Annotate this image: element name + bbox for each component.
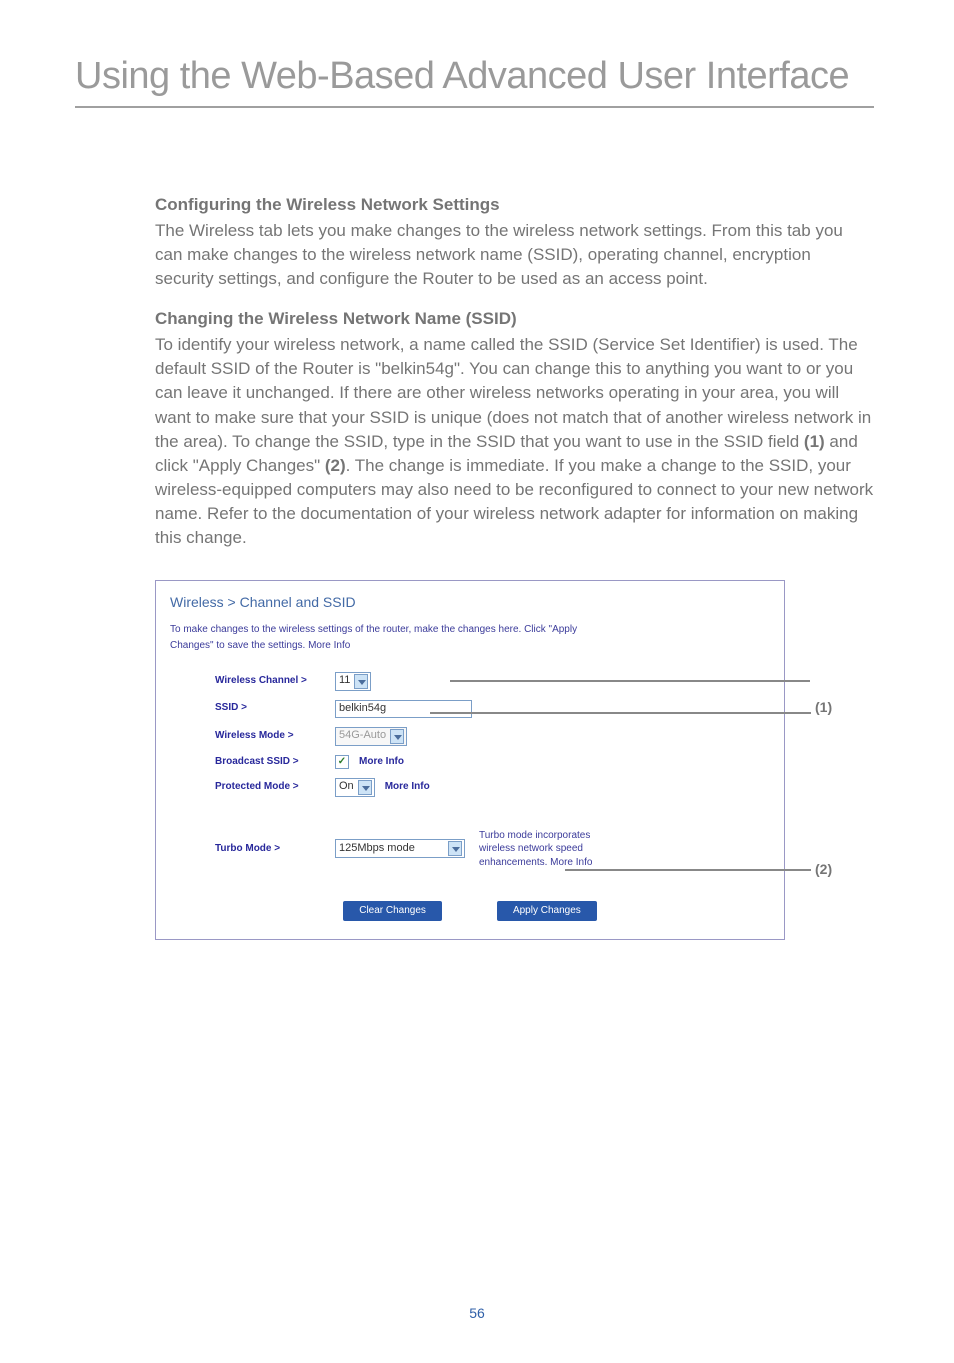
label-protected-mode: Protected Mode > xyxy=(215,780,335,794)
protected-more-info-link[interactable]: More Info xyxy=(385,780,430,794)
turbo-desc-l3-text: enhancements. xyxy=(479,857,550,868)
select-turbo-mode-value: 125Mbps mode xyxy=(339,841,444,857)
select-wireless-channel[interactable]: 11 xyxy=(335,672,371,691)
row-broadcast-ssid: Broadcast SSID > ✓ More Info xyxy=(215,755,770,769)
button-row: Clear Changes Apply Changes xyxy=(170,901,770,921)
chevron-down-icon xyxy=(358,780,372,795)
annotation-line-1 xyxy=(450,680,810,682)
router-ui-panel: Wireless > Channel and SSID To make chan… xyxy=(155,580,785,940)
turbo-description: Turbo mode incorporates wireless network… xyxy=(479,829,592,870)
select-wireless-mode[interactable]: 54G-Auto xyxy=(335,727,407,746)
panel-desc-line2: Changes" to save the settings. More Info xyxy=(170,639,770,653)
section-2-heading: Changing the Wireless Network Name (SSID… xyxy=(155,307,874,331)
annotation-2: (2) xyxy=(815,860,832,880)
label-wireless-mode: Wireless Mode > xyxy=(215,729,335,743)
row-ssid: SSID > belkin54g xyxy=(215,700,770,718)
input-ssid-value: belkin54g xyxy=(339,701,386,717)
annotation-line-2 xyxy=(565,869,811,871)
panel-title: Wireless > Channel and SSID xyxy=(170,593,770,613)
screenshot-area: Wireless > Channel and SSID To make chan… xyxy=(155,580,874,940)
broadcast-more-info-link[interactable]: More Info xyxy=(359,755,404,769)
row-wireless-mode: Wireless Mode > 54G-Auto xyxy=(215,727,770,746)
section-2-body: To identify your wireless network, a nam… xyxy=(155,333,874,550)
turbo-desc-l1: Turbo mode incorporates xyxy=(479,829,592,843)
check-icon: ✓ xyxy=(338,755,346,769)
turbo-more-info-link[interactable]: More Info xyxy=(550,857,592,868)
panel-desc-line2-text: Changes" to save the settings. xyxy=(170,640,308,651)
turbo-desc-l3: enhancements. More Info xyxy=(479,856,592,870)
clear-changes-button[interactable]: Clear Changes xyxy=(343,901,442,921)
label-ssid: SSID > xyxy=(215,701,335,715)
select-protected-mode-value: On xyxy=(339,779,354,795)
label-turbo-mode: Turbo Mode > xyxy=(215,842,335,856)
chevron-down-icon xyxy=(448,841,462,856)
section-1-heading: Configuring the Wireless Network Setting… xyxy=(155,193,874,217)
section-1-body: The Wireless tab lets you make changes t… xyxy=(155,219,874,291)
panel-more-info-link[interactable]: More Info xyxy=(308,640,350,651)
annotation-1: (1) xyxy=(815,698,832,718)
row-turbo-mode: Turbo Mode > 125Mbps mode Turbo mode inc… xyxy=(215,829,770,870)
chevron-down-icon xyxy=(390,729,404,744)
apply-changes-button[interactable]: Apply Changes xyxy=(497,901,597,921)
label-broadcast-ssid: Broadcast SSID > xyxy=(215,755,335,769)
input-ssid[interactable]: belkin54g xyxy=(335,700,472,718)
s2-text-a: To identify your wireless network, a nam… xyxy=(155,335,871,451)
panel-desc-line1: To make changes to the wireless settings… xyxy=(170,623,770,637)
select-turbo-mode[interactable]: 125Mbps mode xyxy=(335,839,465,858)
content-area: Configuring the Wireless Network Setting… xyxy=(0,108,954,941)
checkbox-broadcast-ssid[interactable]: ✓ xyxy=(335,755,349,769)
select-protected-mode[interactable]: On xyxy=(335,778,375,797)
label-wireless-channel: Wireless Channel > xyxy=(215,674,335,688)
callout-1-ref: (1) xyxy=(804,432,825,451)
callout-2-ref: (2) xyxy=(325,456,346,475)
annotation-line-1b xyxy=(430,712,811,714)
page-title: Using the Web-Based Advanced User Interf… xyxy=(0,0,954,106)
row-protected-mode: Protected Mode > On More Info xyxy=(215,778,770,797)
select-wireless-mode-value: 54G-Auto xyxy=(339,728,386,744)
page-number: 56 xyxy=(0,1305,954,1321)
select-wireless-channel-value: 11 xyxy=(339,673,350,689)
turbo-desc-l2: wireless network speed xyxy=(479,842,592,856)
chevron-down-icon xyxy=(354,674,368,689)
